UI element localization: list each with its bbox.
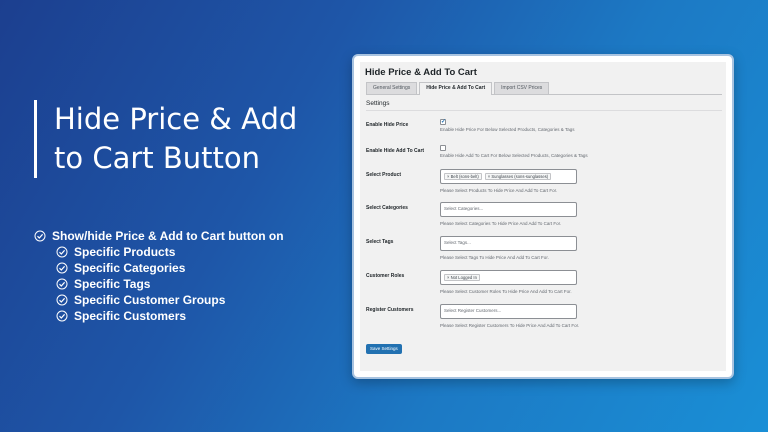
check-circle-icon [56,246,68,258]
field-help: Enable Hide Price For Below Selected Pro… [440,127,575,132]
feature-main-text: Show/hide Price & Add to Cart button on [52,229,284,243]
feature-item-text: Specific Tags [74,277,151,291]
section-title: Settings [366,100,390,107]
field-label: Select Categories [366,205,408,211]
field-help: Please Select Register Customers To Hide… [440,323,580,328]
enable-hide-cart-checkbox[interactable] [440,145,446,151]
selected-chip[interactable]: × Belt (sons-belt) [444,173,482,180]
feature-item: Specific Categories [34,260,284,276]
field-label: Customer Roles [366,273,405,279]
feature-item: Specific Customer Groups [34,292,284,308]
feature-item: Specific Products [34,244,284,260]
enable-hide-price-checkbox[interactable]: ✓ [440,119,446,125]
select-placeholder: Select Tags... [444,240,471,245]
feature-list: Show/hide Price & Add to Cart button on … [34,228,284,324]
customer-roles-input[interactable]: × Not Logged In [440,270,577,285]
selected-chip[interactable]: × Sunglasses (sons-sunglasses) [484,173,552,180]
hero-title: Hide Price & Add to Cart Button [54,102,298,175]
field-help: Enable Hide Add To Cart For Below Select… [440,153,588,158]
feature-item-text: Specific Categories [74,261,186,275]
feature-item: Specific Customers [34,308,284,324]
feature-item-text: Specific Products [74,245,176,259]
hero-accent-bar [34,100,37,178]
field-help: Please Select Tags To Hide Price And Add… [440,255,549,260]
select-placeholder: Select Categories... [444,206,484,211]
field-label: Select Product [366,172,402,178]
field-label: Select Tags [366,239,394,245]
check-circle-icon [56,278,68,290]
check-circle-icon [56,310,68,322]
tab-general-settings[interactable]: General Settings [366,82,418,94]
feature-item-text: Specific Customers [74,309,187,323]
save-settings-button[interactable]: Save Settings [366,344,402,354]
field-label: Enable Hide Add To Cart [366,148,425,154]
settings-screenshot-panel: Hide Price & Add To Cart General Setting… [352,54,734,379]
page-title: Hide Price & Add To Cart [365,67,477,78]
checkbox[interactable] [440,145,446,151]
check-circle-icon [56,294,68,306]
select-placeholder: Select Register Customers... [444,308,502,313]
feature-item-text: Specific Customer Groups [74,293,226,307]
field-label: Enable Hide Price [366,122,409,128]
field-label: Register Customers [366,307,414,313]
field-help: Please Select Categories To Hide Price A… [440,221,562,226]
checkbox[interactable]: ✓ [440,119,446,125]
selected-chip[interactable]: × Not Logged In [444,274,480,281]
feature-main: Show/hide Price & Add to Cart button on [34,228,284,244]
select-product-input[interactable]: × Belt (sons-belt) × Sunglasses (sons-su… [440,169,577,184]
settings-tabs: General Settings Hide Price & Add To Car… [366,82,722,95]
settings-page: Hide Price & Add To Cart General Setting… [360,62,726,371]
section-divider [366,110,722,111]
check-circle-icon [34,230,46,242]
check-circle-icon [56,262,68,274]
feature-item: Specific Tags [34,276,284,292]
tab-hide-price-add-to-cart[interactable]: Hide Price & Add To Cart [419,82,493,95]
tab-import-csv-prices[interactable]: Import CSV Prices [494,82,550,94]
select-tags-input[interactable]: Select Tags... [440,236,577,251]
register-customers-input[interactable]: Select Register Customers... [440,304,577,319]
select-categories-input[interactable]: Select Categories... [440,202,577,217]
field-help: Please Select Customer Roles To Hide Pri… [440,289,572,294]
field-help: Please Select Products To Hide Price And… [440,188,558,193]
